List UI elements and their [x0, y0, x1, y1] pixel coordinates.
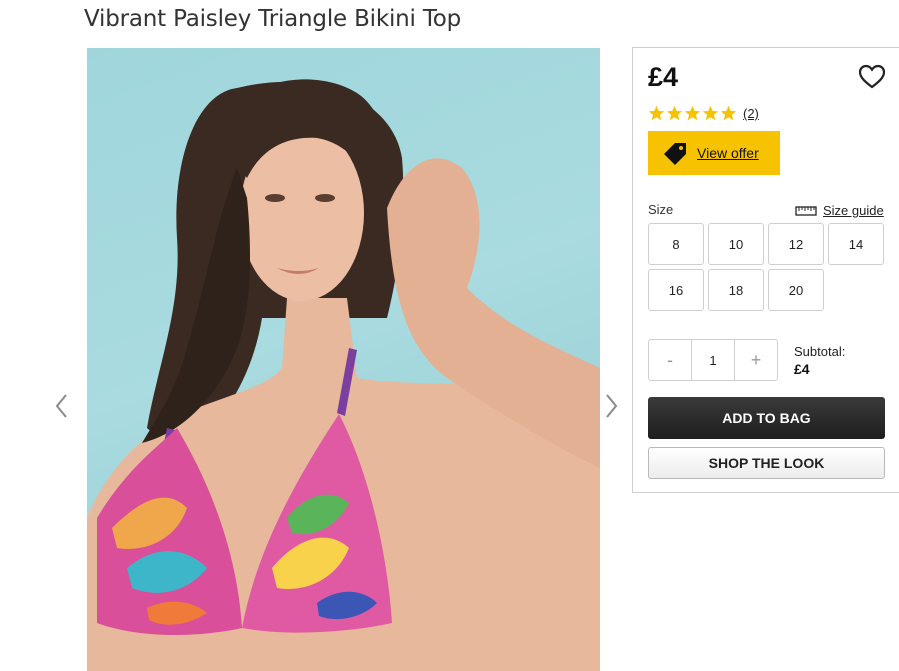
chevron-left-icon: [55, 394, 67, 418]
shop-the-look-button[interactable]: SHOP THE LOOK: [648, 447, 885, 479]
subtotal: Subtotal: £4: [794, 344, 845, 377]
favourite-button[interactable]: [858, 64, 886, 90]
gallery-prev-button[interactable]: [52, 392, 72, 420]
quantity-value[interactable]: 1: [691, 340, 735, 380]
review-count-link[interactable]: (2): [743, 106, 759, 121]
product-price: £4: [648, 62, 679, 92]
ruler-icon: [795, 205, 817, 216]
star-icon: [648, 105, 665, 121]
size-label: Size: [648, 202, 674, 217]
rating-stars: [648, 105, 737, 122]
star-icon: [684, 105, 701, 121]
subtotal-value: £4: [794, 361, 810, 377]
size-option-8[interactable]: 8: [648, 223, 704, 265]
subtotal-label: Subtotal:: [794, 344, 846, 359]
heart-icon: [858, 64, 886, 89]
size-option-10[interactable]: 10: [708, 223, 764, 265]
product-rating: (2): [648, 105, 759, 122]
size-option-20[interactable]: 20: [768, 269, 824, 311]
size-options: 8 10 12 14 16 18 20: [648, 223, 889, 311]
quantity-increase-button[interactable]: +: [735, 340, 777, 380]
size-guide-label: Size guide: [823, 203, 884, 218]
gallery-next-button[interactable]: [601, 392, 621, 420]
view-offer-label: View offer: [697, 145, 759, 161]
purchase-panel: £4 (2) View offer Size Size guide 8 10 1…: [632, 47, 899, 493]
star-icon: [720, 105, 737, 121]
product-image[interactable]: [87, 48, 600, 671]
star-icon: [666, 105, 683, 121]
size-option-18[interactable]: 18: [708, 269, 764, 311]
view-offer-button[interactable]: View offer: [648, 131, 780, 175]
size-option-16[interactable]: 16: [648, 269, 704, 311]
quantity-decrease-button[interactable]: -: [649, 340, 691, 380]
star-icon: [702, 105, 719, 121]
size-option-14[interactable]: 14: [828, 223, 884, 265]
product-title: Vibrant Paisley Triangle Bikini Top: [84, 6, 462, 32]
size-guide-link[interactable]: Size guide: [795, 203, 884, 218]
chevron-right-icon: [606, 394, 618, 418]
size-option-12[interactable]: 12: [768, 223, 824, 265]
quantity-stepper: - 1 +: [648, 339, 778, 381]
add-to-bag-button[interactable]: ADD TO BAG: [648, 397, 885, 439]
price-tag-icon: [664, 143, 686, 165]
